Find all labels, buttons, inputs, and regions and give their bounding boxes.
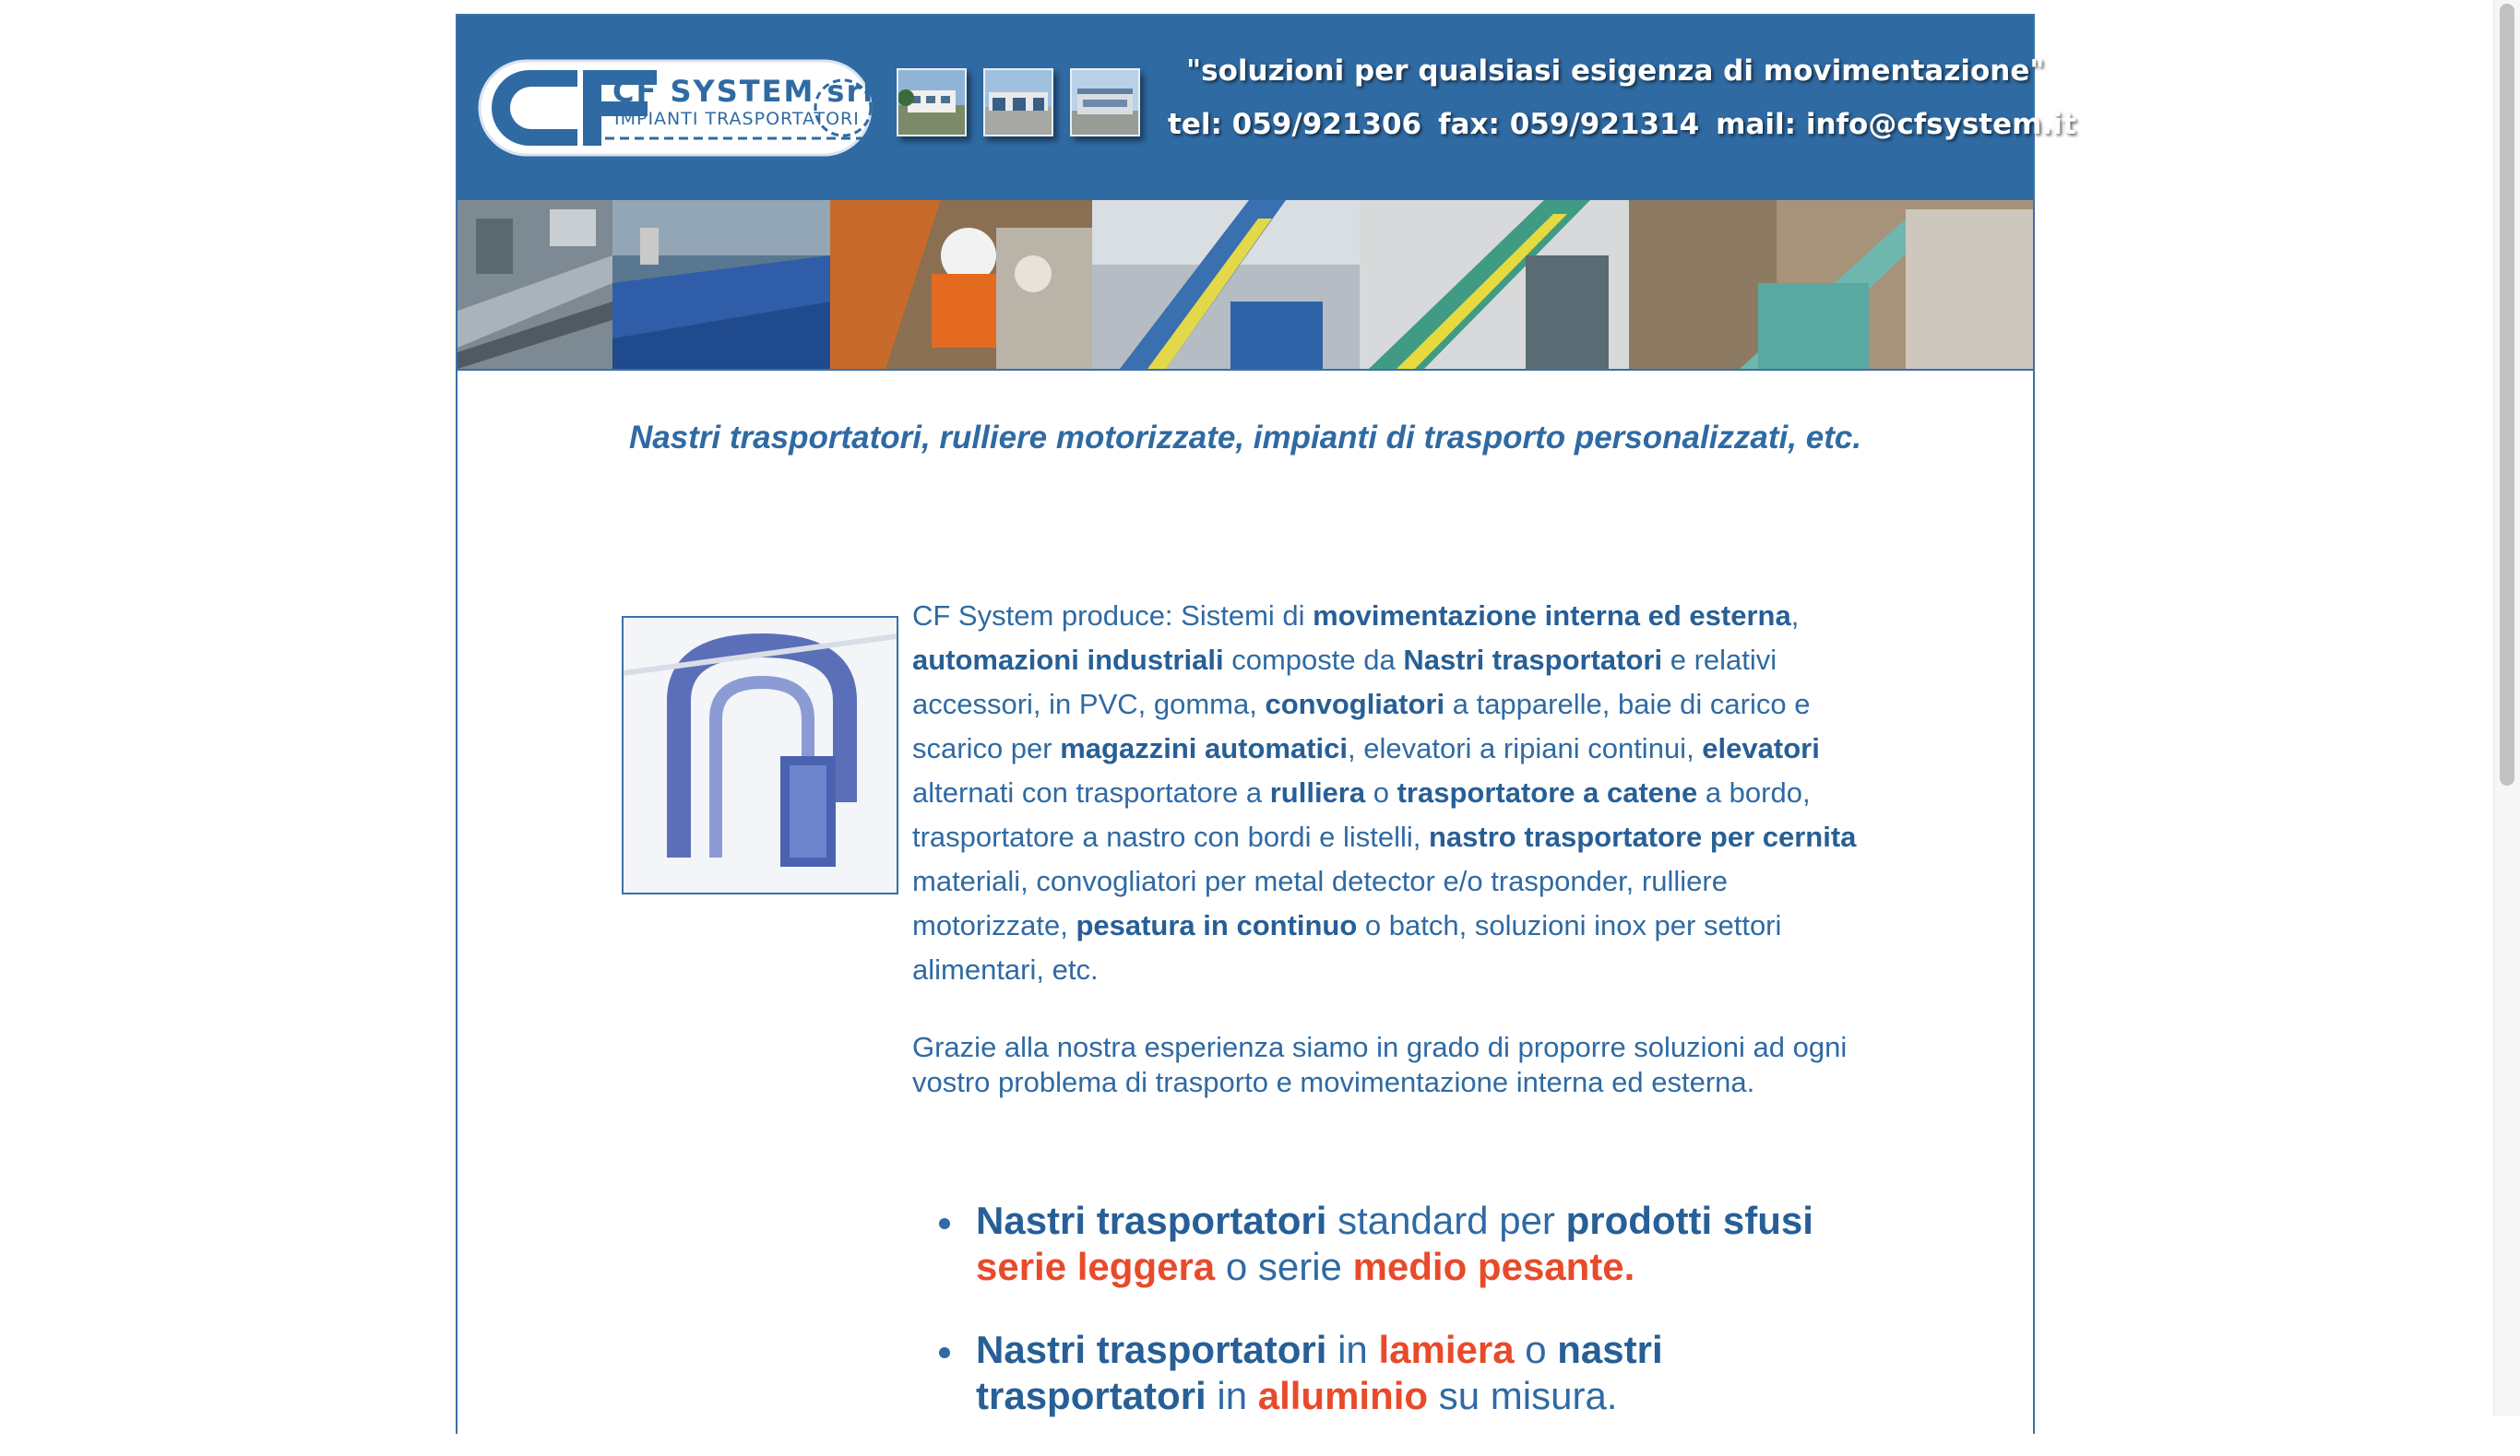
intro-text: alternati con trasportatore a — [912, 776, 1270, 809]
contact-info: tel: 059/921306 fax: 059/921314 mail: info… — [1168, 108, 2093, 141]
list-text: o — [1514, 1328, 1558, 1371]
bullet-icon — [939, 1218, 950, 1229]
intro-keyword: automazioni industriali — [912, 644, 1224, 676]
banner-photo-worker — [830, 200, 1092, 369]
list-text: in — [1326, 1328, 1379, 1371]
intro-keyword: rulliera — [1269, 776, 1366, 809]
product-list: Nastri trasportatori standard per prodot… — [939, 1198, 1880, 1456]
list-text: standard per — [1326, 1199, 1566, 1242]
list-highlight: serie leggera — [976, 1245, 1216, 1288]
intro-keyword: trasportatore a catene — [1397, 776, 1698, 809]
intro-keyword: elevatori — [1702, 732, 1820, 764]
banner-photo-inclined-conveyor — [1092, 200, 1360, 369]
intro-text: , — [1790, 599, 1800, 632]
intro-keyword: nastro trasportatore per cernita — [1429, 821, 1857, 853]
building-photo-icon — [985, 70, 1052, 135]
list-keyword: Nastri trasportatori — [976, 1199, 1327, 1242]
worker-photo-icon — [830, 200, 1092, 369]
intro-keyword: pesatura in continuo — [1076, 909, 1358, 941]
experience-paragraph: Grazie alla nostra esperienza siamo in g… — [912, 1031, 1848, 1098]
email-link[interactable]: mail: info@cfsystem.it — [1716, 108, 2075, 141]
list-keyword: Nastri trasportatori — [976, 1328, 1327, 1371]
spiral-conveyor-icon — [624, 618, 897, 893]
list-highlight: lamiera — [1378, 1328, 1515, 1371]
phone-number[interactable]: tel: 059/921306 — [1168, 108, 1421, 141]
intro-keyword: convogliatori — [1265, 688, 1445, 720]
intro-text: o — [1365, 776, 1397, 809]
fax-number: fax: 059/921314 — [1438, 108, 1700, 141]
conveyor-photo-icon — [458, 200, 612, 369]
page-frame: CF SYSTEM srl IMPIANTI TRASPORTATORI "so… — [456, 14, 2076, 1434]
list-item: Nastri trasportatori standard per prodot… — [939, 1198, 1880, 1290]
list-keyword: prodotti sfusi — [1565, 1199, 1813, 1242]
conveyor-photo-icon — [612, 200, 830, 369]
list-item: Nastri trasportatori in lamiera o nastri… — [939, 1327, 1880, 1419]
list-text: su misura. — [1428, 1374, 1618, 1417]
bullet-icon — [939, 1347, 950, 1358]
intro-keyword: magazzini automatici — [1060, 732, 1349, 764]
company-slogan: "soluzioni per qualsiasi esigenza di mov… — [1186, 54, 2045, 88]
list-text: in — [1206, 1374, 1258, 1417]
banner-photo-blue-conveyor — [612, 200, 830, 369]
intro-keyword: movimentazione interna ed esterna — [1313, 599, 1791, 632]
site-header: CF SYSTEM srl IMPIANTI TRASPORTATORI "so… — [458, 16, 2076, 200]
logo-company-name: CF SYSTEM srl — [612, 74, 875, 109]
scrollbar-thumb[interactable] — [2500, 4, 2514, 786]
banner-photo-green-conveyor — [1360, 200, 1629, 369]
intro-keyword: Nastri trasportatori — [1403, 644, 1663, 676]
company-logo[interactable]: CF SYSTEM srl IMPIANTI TRASPORTATORI — [476, 57, 874, 159]
conveyor-photo-icon — [1092, 200, 1360, 369]
intro-text: composte da — [1223, 644, 1404, 676]
header-photo-2 — [983, 68, 1053, 136]
banner-photo-sorting-line — [458, 200, 612, 369]
building-photo-icon — [1072, 70, 1138, 135]
product-image — [622, 616, 898, 894]
logo-subtitle: IMPIANTI TRASPORTATORI — [614, 109, 860, 129]
list-highlight: medio pesante — [1352, 1245, 1624, 1288]
header-photo-1 — [897, 68, 967, 136]
intro-paragraph: CF System produce: Sistemi di movimentaz… — [912, 594, 1862, 992]
intro-text: , elevatori a ripiani continui, — [1348, 732, 1703, 764]
banner-photo-baler — [1629, 200, 2033, 369]
list-highlight: . — [1623, 1245, 1635, 1288]
intro-text: CF System produce: Sistemi di — [912, 599, 1313, 632]
header-photo-3 — [1070, 68, 1140, 136]
vertical-scrollbar[interactable] — [2493, 0, 2520, 1416]
conveyor-photo-icon — [1360, 200, 1629, 369]
building-photo-icon — [898, 70, 965, 135]
photo-banner — [458, 200, 2033, 371]
list-text: o serie — [1215, 1245, 1353, 1288]
conveyor-photo-icon — [1629, 200, 2033, 369]
list-highlight: alluminio — [1257, 1374, 1429, 1417]
page-tagline: Nastri trasportatori, rulliere motorizza… — [628, 420, 1862, 456]
